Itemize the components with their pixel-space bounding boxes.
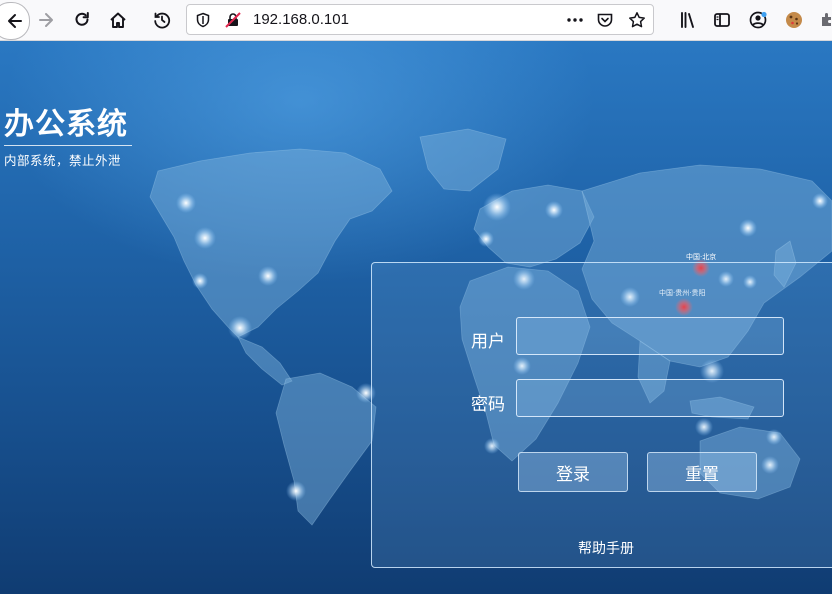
- more-icon[interactable]: [565, 10, 585, 30]
- back-icon: [8, 14, 22, 28]
- reset-button[interactable]: 重置: [647, 452, 757, 492]
- library-icon: [681, 12, 694, 28]
- city-label-beijing: 中国·北京: [686, 253, 717, 261]
- login-panel: 用户 密码 登录 重置 帮助手册: [371, 262, 832, 568]
- history-button[interactable]: [148, 6, 176, 34]
- shield-icon[interactable]: [193, 10, 213, 30]
- greenland-shape: [419, 128, 507, 192]
- login-button[interactable]: 登录: [518, 452, 628, 492]
- url-text[interactable]: 192.168.0.101: [253, 11, 349, 28]
- north-america-shape: [149, 148, 393, 338]
- account-button[interactable]: [744, 6, 772, 34]
- sidebar-icon: [714, 13, 730, 27]
- home-button[interactable]: [104, 6, 132, 34]
- help-manual-link[interactable]: 帮助手册: [372, 538, 832, 558]
- password-label: 密码: [471, 395, 505, 415]
- sidebar-button[interactable]: [708, 6, 736, 34]
- brand-title: 办公系统: [4, 107, 132, 146]
- brand-block: 办公系统 内部系统，禁止外泄: [4, 107, 132, 169]
- login-page: 中国·北京 中国·贵州·贵阳 办公系统 内部系统，禁止外泄 用户 密码 登录 重…: [0, 41, 832, 594]
- cookie-button[interactable]: [780, 6, 808, 34]
- forward-button[interactable]: [32, 6, 60, 34]
- reload-button[interactable]: [68, 6, 96, 34]
- central-america-shape: [237, 336, 293, 386]
- home-icon: [110, 12, 126, 28]
- password-input[interactable]: [516, 379, 784, 417]
- browser-toolbar: 192.168.0.101: [0, 0, 832, 41]
- pocket-icon[interactable]: [595, 10, 615, 30]
- reload-icon: [75, 12, 89, 26]
- back-button[interactable]: [0, 2, 30, 40]
- insecure-lock-icon[interactable]: [223, 10, 243, 30]
- brand-subtitle: 内部系统，禁止外泄: [4, 153, 122, 168]
- account-icon: [749, 11, 767, 29]
- history-icon: [154, 12, 171, 29]
- cookie-icon: [786, 12, 802, 28]
- username-input[interactable]: [516, 317, 784, 355]
- url-bar[interactable]: 192.168.0.101: [186, 4, 654, 35]
- bookmark-star-icon[interactable]: [627, 10, 647, 30]
- forward-icon: [39, 13, 53, 27]
- extensions-button[interactable]: [814, 6, 832, 34]
- library-button[interactable]: [674, 6, 702, 34]
- username-label: 用户: [471, 332, 505, 352]
- extensions-icon: [822, 13, 831, 26]
